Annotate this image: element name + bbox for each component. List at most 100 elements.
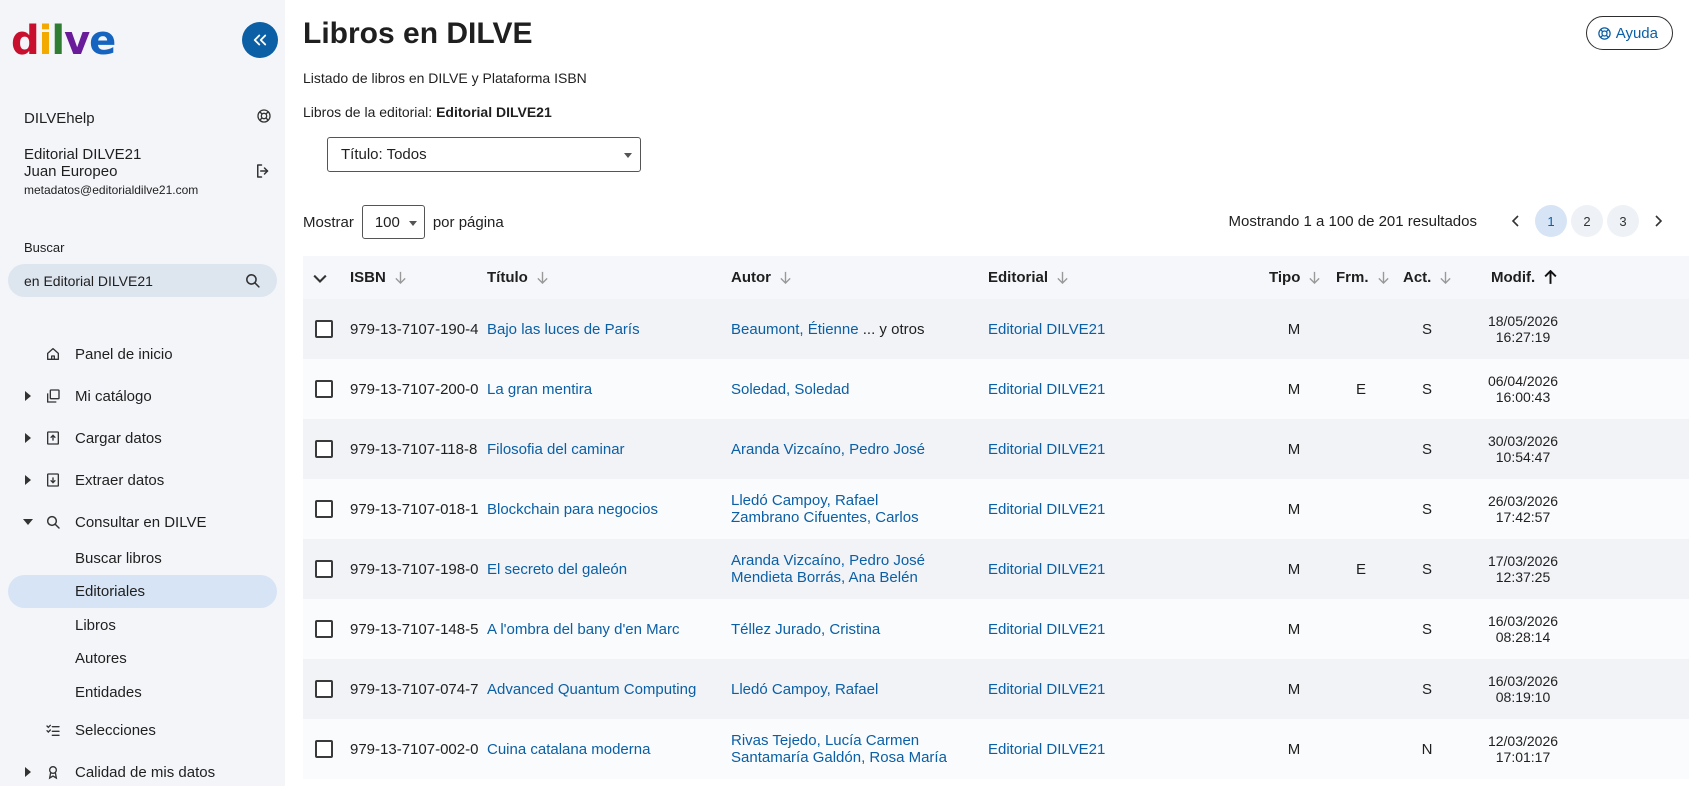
column-header-titulo[interactable]: Título bbox=[487, 256, 549, 299]
modif-time: 17:01:17 bbox=[1495, 749, 1551, 765]
tipo-value: M bbox=[1287, 320, 1301, 338]
sort-down-icon bbox=[537, 271, 548, 284]
author-link[interactable]: Aranda Vizcaíno, Pedro José bbox=[731, 441, 925, 458]
nav-subitem-buscar-libros[interactable]: Buscar libros bbox=[8, 542, 277, 575]
nav-item-label: Extraer datos bbox=[75, 471, 165, 489]
editorial-link[interactable]: Editorial DILVE21 bbox=[988, 741, 1105, 758]
select-all-toggle[interactable] bbox=[313, 256, 327, 299]
search-input[interactable] bbox=[24, 272, 224, 289]
row-checkbox[interactable] bbox=[315, 320, 333, 338]
logout-icon[interactable] bbox=[254, 162, 272, 180]
per-page-row: Mostrar 100 por página bbox=[303, 205, 504, 239]
author-link[interactable]: Santamaría Galdón, Rosa María bbox=[731, 749, 947, 766]
column-header-label: ISBN bbox=[350, 269, 386, 286]
title-link[interactable]: El secreto del galeón bbox=[487, 561, 627, 578]
row-checkbox[interactable] bbox=[315, 560, 333, 578]
search-icon[interactable] bbox=[244, 272, 261, 289]
sidebar-search[interactable] bbox=[8, 264, 277, 297]
title-link[interactable]: Cuina catalana moderna bbox=[487, 741, 650, 758]
column-header-modif[interactable]: Modif. bbox=[1491, 256, 1558, 299]
editorial-link[interactable]: Editorial DILVE21 bbox=[988, 621, 1105, 638]
author-link[interactable]: Lledó Campoy, Rafael bbox=[731, 681, 878, 698]
editorial-link[interactable]: Editorial DILVE21 bbox=[988, 381, 1105, 398]
title-link[interactable]: La gran mentira bbox=[487, 381, 592, 398]
row-checkbox[interactable] bbox=[315, 440, 333, 458]
author-link[interactable]: Zambrano Cifuentes, Carlos bbox=[731, 509, 919, 526]
author-cell: Lledó Campoy, Rafael Zambrano Cifuentes,… bbox=[731, 479, 919, 539]
sort-up-icon bbox=[1544, 270, 1557, 284]
nav-item-panel-de-inicio[interactable]: Panel de inicio bbox=[0, 337, 285, 371]
table-row[interactable]: 979-13-7107-198-0 El secreto del galeón … bbox=[303, 539, 1689, 599]
table-row[interactable]: 979-13-7107-190-4 Bajo las luces de Parí… bbox=[303, 299, 1689, 359]
next-page-button[interactable] bbox=[1647, 210, 1669, 232]
author-link[interactable]: Lledó Campoy, Rafael bbox=[731, 492, 878, 509]
author-link[interactable]: Aranda Vizcaíno, Pedro José bbox=[731, 552, 925, 569]
nav-item-mi-catalogo[interactable]: Mi catálogo bbox=[0, 379, 285, 413]
nav-subitem-entidades[interactable]: Entidades bbox=[8, 676, 277, 709]
modif-date: 12/03/2026 bbox=[1487, 733, 1559, 749]
act-value: S bbox=[1421, 560, 1432, 578]
help-row[interactable]: DILVEhelp bbox=[24, 108, 272, 128]
table-row[interactable]: 979-13-7107-148-5 A l'ombra del bany d'e… bbox=[303, 599, 1689, 659]
row-checkbox[interactable] bbox=[315, 380, 333, 398]
logo-letter: e bbox=[89, 18, 116, 64]
sidebar: dilve DILVEhelp Editorial DILVE21 Juan E… bbox=[0, 0, 285, 786]
modif-cell: 26/03/2026 17:42:57 bbox=[1473, 479, 1573, 539]
title-filter-select[interactable]: Título: Todos bbox=[327, 137, 641, 172]
collapse-sidebar-button[interactable] bbox=[242, 22, 278, 58]
column-header-act[interactable]: Act. bbox=[1403, 256, 1452, 299]
row-checkbox[interactable] bbox=[315, 740, 333, 758]
nav-item-selecciones[interactable]: Selecciones bbox=[0, 713, 285, 747]
title-link[interactable]: Filosofia del caminar bbox=[487, 441, 625, 458]
author-link[interactable]: Soledad, Soledad bbox=[731, 381, 849, 398]
column-header-editorial[interactable]: Editorial bbox=[988, 256, 1069, 299]
sort-down-icon bbox=[1309, 271, 1321, 284]
column-header-autor[interactable]: Autor bbox=[731, 256, 792, 299]
help-button[interactable]: Ayuda bbox=[1585, 16, 1673, 50]
table-row[interactable]: 979-13-7107-018-1 Blockchain para negoci… bbox=[303, 479, 1689, 539]
title-link[interactable]: Blockchain para negocios bbox=[487, 501, 658, 518]
prev-page-button[interactable] bbox=[1505, 210, 1527, 232]
nav-subitem-autores[interactable]: Autores bbox=[8, 642, 277, 675]
nav-subitem-libros[interactable]: Libros bbox=[8, 609, 277, 642]
table-row[interactable]: 979-13-7107-118-8 Filosofia del caminar … bbox=[303, 419, 1689, 479]
table-row[interactable]: 979-13-7107-002-0 Cuina catalana moderna… bbox=[303, 719, 1689, 779]
frm-value: E bbox=[1355, 380, 1366, 398]
row-checkbox[interactable] bbox=[315, 620, 333, 638]
editorial-link[interactable]: Editorial DILVE21 bbox=[988, 321, 1105, 338]
row-checkbox[interactable] bbox=[315, 500, 333, 518]
author-link[interactable]: Beaumont, Étienne bbox=[731, 321, 859, 338]
page-button-3[interactable]: 3 bbox=[1607, 205, 1639, 237]
nav-subitem-editoriales[interactable]: Editoriales bbox=[8, 575, 277, 608]
author-link[interactable]: Téllez Jurado, Cristina bbox=[731, 621, 880, 638]
author-link[interactable]: Rivas Tejedo, Lucía Carmen bbox=[731, 732, 919, 749]
column-header-isbn[interactable]: ISBN bbox=[350, 256, 407, 299]
author-cell: Soledad, Soledad bbox=[731, 359, 849, 419]
table-row[interactable]: 979-13-7107-074-7 Advanced Quantum Compu… bbox=[303, 659, 1689, 719]
page-button-1[interactable]: 1 bbox=[1535, 205, 1567, 237]
caret-right-icon bbox=[25, 767, 31, 777]
title-cell: A l'ombra del bany d'en Marc bbox=[487, 599, 680, 659]
per-page-select[interactable]: 100 bbox=[361, 205, 425, 239]
nav-item-extraer-datos[interactable]: Extraer datos bbox=[0, 463, 285, 497]
editorial-link[interactable]: Editorial DILVE21 bbox=[988, 441, 1105, 458]
page-button-2[interactable]: 2 bbox=[1571, 205, 1603, 237]
dilvehelp-link[interactable]: DILVEhelp bbox=[24, 110, 95, 127]
nav-item-cargar-datos[interactable]: Cargar datos bbox=[0, 421, 285, 455]
editorial-link[interactable]: Editorial DILVE21 bbox=[988, 681, 1105, 698]
title-link[interactable]: Bajo las luces de París bbox=[487, 321, 640, 338]
dilve-logo[interactable]: dilve bbox=[11, 18, 116, 64]
nav-item-consultar-en-dilve[interactable]: Consultar en DILVE bbox=[0, 505, 285, 539]
editorial-link[interactable]: Editorial DILVE21 bbox=[988, 501, 1105, 518]
row-checkbox[interactable] bbox=[315, 680, 333, 698]
column-header-tipo[interactable]: Tipo bbox=[1269, 256, 1321, 299]
title-link[interactable]: A l'ombra del bany d'en Marc bbox=[487, 621, 680, 638]
author-link[interactable]: Mendieta Borrás, Ana Belén bbox=[731, 569, 925, 586]
column-header-frm[interactable]: Frm. bbox=[1336, 256, 1390, 299]
nav-item-calidad-de-mis-datos[interactable]: Calidad de mis datos bbox=[0, 755, 285, 786]
editorial-link[interactable]: Editorial DILVE21 bbox=[988, 561, 1105, 578]
table-row[interactable]: 979-13-7107-200-0 La gran mentira Soleda… bbox=[303, 359, 1689, 419]
title-link[interactable]: Advanced Quantum Computing bbox=[487, 681, 696, 698]
author-more: ... y otros bbox=[862, 320, 925, 338]
lifebuoy-icon[interactable] bbox=[256, 108, 272, 128]
